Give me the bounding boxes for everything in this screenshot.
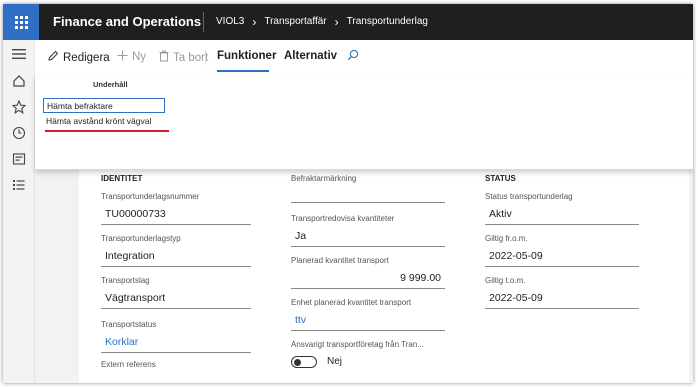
trash-icon [159,50,169,65]
field-label: Enhet planerad kvantitet transport [291,298,412,307]
field-label: Transportstatus [101,320,157,329]
workspace-icon[interactable] [11,152,27,168]
star-icon[interactable] [11,99,27,116]
field-label: Ansvarigt transportföretag från Tran... [291,340,424,349]
flyout-group-title: Underhåll [93,80,128,89]
tab-functions[interactable]: Funktioner [217,50,276,62]
toggle-knob [294,359,301,366]
delete-button[interactable]: Ta bort [159,50,208,65]
pencil-icon [47,50,59,65]
transport-doc-number-field[interactable]: TU00000733 [105,208,166,220]
hamburger-icon[interactable] [11,48,27,64]
planned-quantity-field[interactable]: 9 999.00 [291,272,441,284]
menu-item-get-route-distance[interactable]: Hämta avstånd krönt vägval [43,114,165,129]
breadcrumb-module[interactable]: Transportaffär [264,16,326,27]
delete-label: Ta bort [173,51,209,64]
field-underline [485,266,639,267]
field-label: Status transportunderlag [485,192,573,201]
navigation-rail [3,40,35,383]
menu-item-get-shipper[interactable]: Hämta befraktare [43,98,165,113]
field-label: Extern referens [101,360,156,369]
chevron-right-icon: › [252,14,257,29]
field-label: Giltig t.o.m. [485,276,526,285]
responsible-carrier-toggle[interactable] [291,356,317,368]
search-icon[interactable] [347,49,359,61]
field-underline [291,288,445,289]
shipper-marking-field[interactable] [291,202,445,203]
field-label: Giltig fr.o.m. [485,234,528,243]
field-underline [485,308,639,309]
doc-status-field[interactable]: Aktiv [489,208,512,220]
field-label: Transportredovisa kvantiteter [291,214,395,223]
new-label: Ny [132,51,147,63]
clock-icon[interactable] [11,126,27,142]
waffle-icon [14,15,28,29]
functions-flyout: Underhåll Hämta befraktare Hämta avstånd… [35,74,693,170]
app-window: Finance and Operations VIOL3 › Transport… [3,4,693,383]
breadcrumb: VIOL3 › Transportaffär › Transportunderl… [216,14,428,29]
status-section-title: STATUS [485,174,516,183]
field-label: Planerad kvantitet transport [291,256,389,265]
field-label: Befraktarmärkning [291,174,357,183]
field-underline [101,266,251,267]
actionbar-divider [205,50,206,65]
top-bar: Finance and Operations VIOL3 › Transport… [3,4,693,40]
transport-doc-type-field[interactable]: Integration [105,250,155,262]
field-label: Transportunderlagsnummer [101,192,200,201]
valid-to-field[interactable]: 2022-05-09 [489,292,543,304]
identity-section-title: IDENTITET [101,174,143,183]
active-tab-indicator [217,70,269,72]
field-underline [485,224,639,225]
action-pane: Redigera Ny Ta bort Funktioner Alternati… [35,40,693,74]
valid-from-field[interactable]: 2022-05-09 [489,250,543,262]
transport-status-field[interactable]: Korklar [105,336,138,348]
breadcrumb-company[interactable]: VIOL3 [216,16,244,27]
edit-label: Redigera [63,51,110,64]
topbar-divider [203,12,204,32]
home-icon[interactable] [11,74,27,90]
field-underline [101,308,251,309]
field-underline [101,352,251,353]
highlight-underline [45,130,169,132]
field-label: Transportunderlagstyp [101,234,181,243]
tab-options[interactable]: Alternativ [284,50,337,62]
toggle-value: Nej [327,356,343,367]
quantity-unit-field[interactable]: ttv [295,314,306,326]
field-label: Transportslag [101,276,150,285]
app-launcher-button[interactable] [3,4,39,40]
transport-mode-field[interactable]: Vägtransport [105,292,165,304]
app-title[interactable]: Finance and Operations [53,14,201,29]
report-quantities-field[interactable]: Ja [295,230,306,242]
chevron-right-icon: › [334,14,339,29]
list-icon[interactable] [11,178,27,194]
breadcrumb-page[interactable]: Transportunderlag [347,16,428,27]
field-underline [291,246,445,247]
field-underline [101,224,251,225]
edit-button[interactable]: Redigera [47,50,110,65]
new-button[interactable]: Ny [117,50,146,64]
plus-icon [117,50,128,64]
field-underline [291,330,445,331]
